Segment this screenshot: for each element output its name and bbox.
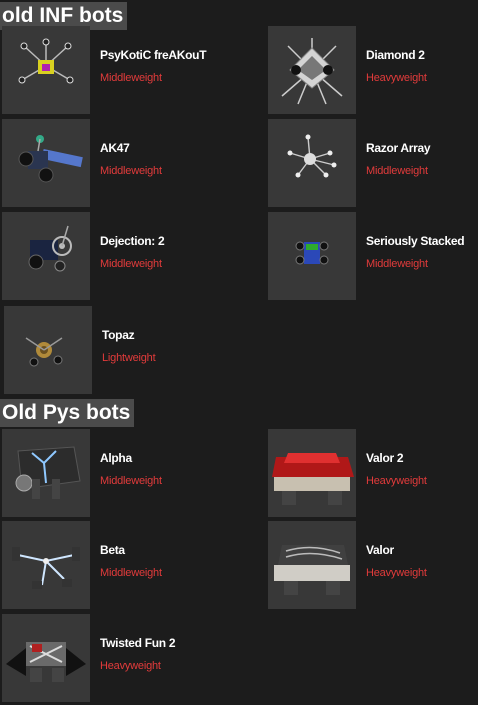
robot-thumbnail-icon[interactable]	[2, 521, 90, 609]
robot-thumbnail-icon[interactable]	[2, 26, 90, 114]
bot-name[interactable]: Valor 2	[366, 451, 404, 465]
bot-name[interactable]: Valor	[366, 543, 394, 557]
bot-name[interactable]: Razor Array	[366, 141, 431, 155]
bot-weight-class: Middleweight	[100, 72, 162, 84]
bot-weight-class: Middleweight	[100, 258, 162, 270]
bot-name[interactable]: Twisted Fun 2	[100, 636, 176, 650]
bot-name[interactable]: Alpha	[100, 451, 132, 465]
bot-name[interactable]: PsyKotiC freAKouT	[100, 48, 207, 62]
bot-weight-class: Middleweight	[366, 165, 428, 177]
robot-thumbnail-icon[interactable]	[2, 614, 90, 702]
robot-thumbnail-icon[interactable]	[2, 429, 90, 517]
bot-weight-class: Lightweight	[102, 352, 156, 364]
bot-name[interactable]: Seriously Stacked	[366, 234, 465, 248]
bot-weight-class: Heavyweight	[100, 660, 161, 672]
bot-weight-class: Middleweight	[100, 165, 162, 177]
bot-name[interactable]: Topaz	[102, 328, 135, 342]
bot-weight-class: Heavyweight	[366, 567, 427, 579]
robot-thumbnail-icon[interactable]	[268, 26, 356, 114]
bot-weight-class: Heavyweight	[366, 72, 427, 84]
robot-thumbnail-icon[interactable]	[268, 521, 356, 609]
bot-name[interactable]: Dejection: 2	[100, 234, 165, 248]
bot-weight-class: Heavyweight	[366, 475, 427, 487]
section-title-old-pys-bots: Old Pys bots	[0, 399, 135, 427]
bot-name[interactable]: Beta	[100, 543, 125, 557]
robot-thumbnail-icon[interactable]	[268, 119, 356, 207]
robot-thumbnail-icon[interactable]	[268, 429, 356, 517]
bot-name[interactable]: AK47	[100, 141, 130, 155]
robot-thumbnail-icon[interactable]	[268, 212, 356, 300]
bot-name[interactable]: Diamond 2	[366, 48, 425, 62]
bot-weight-class: Middleweight	[100, 567, 162, 579]
robot-thumbnail-icon[interactable]	[4, 306, 92, 394]
robot-thumbnail-icon[interactable]	[2, 119, 90, 207]
bot-weight-class: Middleweight	[100, 475, 162, 487]
bot-weight-class: Middleweight	[366, 258, 428, 270]
robot-thumbnail-icon[interactable]	[2, 212, 90, 300]
